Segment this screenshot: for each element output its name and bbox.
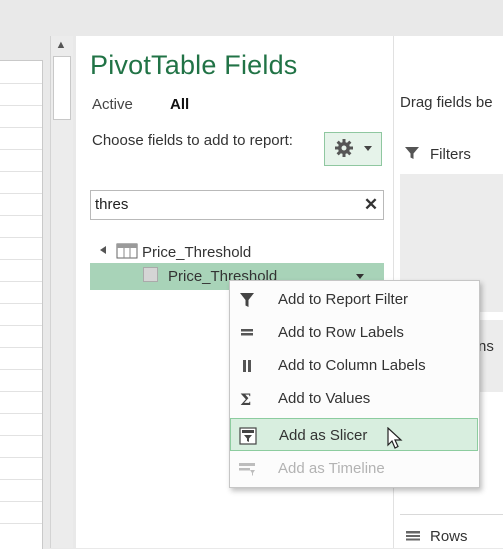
table-icon	[116, 243, 138, 259]
search-input[interactable]	[95, 196, 345, 213]
chevron-down-icon	[364, 146, 372, 151]
timeline-icon	[239, 463, 255, 476]
columns-icon	[243, 360, 251, 372]
slicer-icon	[239, 427, 257, 445]
rows-area-label: Rows	[430, 528, 468, 545]
close-icon[interactable]: ✕	[358, 190, 384, 220]
tab-active[interactable]: Active	[92, 96, 133, 113]
rows-icon	[241, 329, 253, 336]
rows-icon	[406, 531, 420, 541]
menu-item-label: Add to Report Filter	[278, 291, 409, 308]
menu-item-add-as-timeline[interactable]: Add as Timeline	[230, 452, 478, 485]
menu-item-add-to-values[interactable]: Σ Add to Values	[230, 382, 478, 415]
filter-icon	[240, 293, 254, 307]
menu-item-label: Add as Slicer	[279, 427, 368, 444]
scroll-thumb[interactable]	[53, 56, 71, 120]
scroll-up-button[interactable]: ▲	[50, 36, 72, 54]
menu-item-add-to-report-filter[interactable]: Add to Report Filter	[230, 283, 478, 316]
menu-item-label: Add as Timeline	[278, 460, 385, 477]
tree-table-label[interactable]: Price_Threshold	[142, 244, 251, 261]
mouse-cursor-icon	[387, 427, 403, 449]
menu-item-label: Add to Row Labels	[278, 324, 404, 341]
menu-item-add-to-row-labels[interactable]: Add to Row Labels	[230, 316, 478, 349]
field-search-box[interactable]	[90, 190, 384, 220]
filters-area-label: Filters	[430, 146, 471, 163]
panel-title: PivotTable Fields	[90, 50, 298, 80]
field-checkbox[interactable]	[143, 267, 158, 282]
field-dropdown-icon[interactable]	[356, 274, 364, 279]
worksheet-cells[interactable]	[0, 60, 43, 549]
columns-area-label: ns	[478, 338, 494, 355]
sigma-icon: Σ	[240, 390, 251, 408]
choose-fields-label: Choose fields to add to report:	[92, 132, 293, 149]
gear-icon	[335, 139, 353, 157]
menu-item-label: Add to Values	[278, 390, 371, 407]
filter-icon	[405, 147, 419, 159]
tab-all[interactable]: All	[170, 96, 189, 113]
divider	[400, 514, 503, 515]
drag-fields-label: Drag fields be	[400, 94, 493, 111]
svg-text:Σ: Σ	[240, 390, 251, 408]
menu-item-add-as-slicer[interactable]: Add as Slicer	[230, 418, 478, 451]
menu-item-label: Add to Column Labels	[278, 357, 426, 374]
collapse-arrow-icon[interactable]	[100, 246, 106, 254]
menu-item-add-to-column-labels[interactable]: Add to Column Labels	[230, 349, 478, 382]
